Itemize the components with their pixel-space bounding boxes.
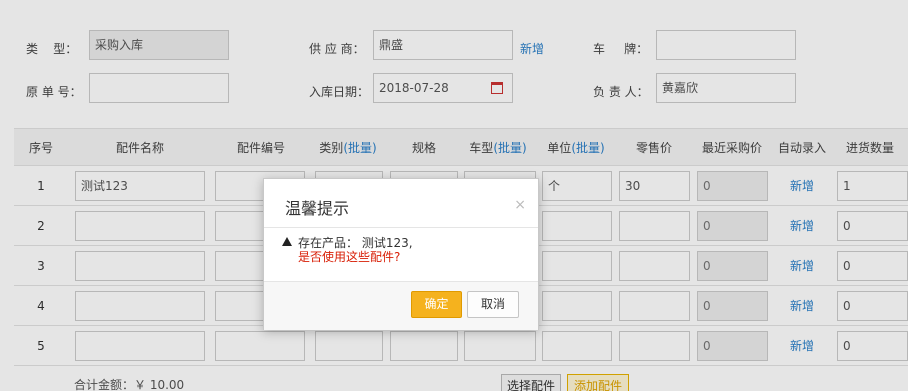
dialog-message-line2: 是否使用这些配件? [298,250,401,264]
dialog-footer: 确定 取消 [264,281,538,330]
purchase-inbound-page: 类 型： 采购入库 供 应 商： 鼎盛 新增 车 牌： 原 单 号： 入库日期：… [0,0,908,391]
close-icon[interactable]: × [514,197,526,213]
confirm-dialog: 温馨提示 × 存在产品： 测试123, 是否使用这些配件? 确定 取消 [263,178,539,330]
dialog-divider [264,227,538,228]
warning-icon [282,237,292,246]
cancel-button[interactable]: 取消 [467,291,519,318]
ok-button[interactable]: 确定 [411,291,462,318]
dialog-title: 温馨提示 [285,199,350,218]
